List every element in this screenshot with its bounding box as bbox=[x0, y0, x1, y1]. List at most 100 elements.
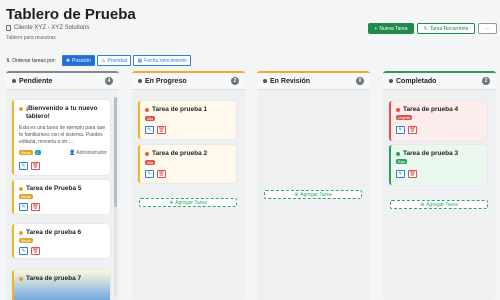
column-title: Pendiente bbox=[19, 77, 53, 85]
task-title-text: ¡Bienvenido a tu nuevo tablero! bbox=[26, 105, 98, 120]
scrollbar-thumb[interactable] bbox=[114, 97, 117, 207]
edit-icon[interactable]: ✎ bbox=[19, 203, 28, 211]
edit-icon[interactable]: ✎ bbox=[19, 247, 28, 255]
board-description: Tablero para muestras bbox=[6, 35, 56, 41]
add-task-label: Agregar Tarea bbox=[300, 191, 332, 198]
edit-icon[interactable]: ✎ bbox=[396, 126, 405, 134]
task-card[interactable]: Tarea de prueba 2 Alta ✎ 🗑 bbox=[138, 145, 236, 183]
trash-icon[interactable]: 🗑 bbox=[157, 126, 166, 134]
task-title: Tarea de prueba 7 bbox=[19, 275, 109, 283]
task-card-dragging[interactable]: Tarea de prueba 7 bbox=[12, 270, 110, 300]
trash-icon[interactable]: 🗑 bbox=[408, 126, 417, 134]
task-title: Tarea de prueba 2 bbox=[145, 150, 235, 158]
priority-tag: Media bbox=[19, 150, 33, 155]
task-card[interactable]: Tarea de prueba 4 Urgente ✎ 🗑 bbox=[389, 101, 487, 141]
sort-icon: ⇅ bbox=[6, 57, 11, 64]
task-card[interactable]: Tarea de prueba 6 Media ✎ 🗑 bbox=[12, 224, 110, 258]
sort-priority-label: Prioridad bbox=[107, 57, 128, 64]
comment-count-tag: 1 bbox=[34, 150, 41, 155]
column-en-progreso: En Progreso 2 Tarea de prueba 1 Alta ✎ 🗑… bbox=[132, 71, 245, 300]
column-scrollbar[interactable] bbox=[114, 97, 117, 297]
task-actions: ✎ 🗑 bbox=[19, 247, 40, 255]
trash-icon[interactable]: 🗑 bbox=[157, 170, 166, 178]
column-count-badge: 4 bbox=[105, 77, 113, 85]
column-header: En Progreso 2 bbox=[132, 73, 245, 90]
task-tags: Urgente bbox=[396, 115, 413, 120]
add-task-button[interactable]: ⊕ Agregar Tarea bbox=[264, 190, 362, 199]
add-task-button[interactable]: ⊕ Agregar Tarea bbox=[390, 200, 488, 209]
recurring-task-button[interactable]: ↻ Tarea Recurrente bbox=[417, 23, 475, 34]
user-icon: 👤 bbox=[69, 150, 76, 156]
task-card[interactable]: Tarea de Prueba 5 Media ✎ 🗑 bbox=[12, 180, 110, 214]
add-task-label: Agregar Tarea bbox=[175, 199, 207, 206]
priority-tag: Alta bbox=[145, 160, 156, 165]
refresh-icon: ↻ bbox=[423, 25, 428, 32]
task-title-text: Tarea de Prueba 5 bbox=[26, 185, 82, 192]
board-header: Tablero de Prueba Cliente XYZ - XYZ Solu… bbox=[0, 0, 500, 50]
priority-dot-icon bbox=[145, 152, 149, 156]
task-title-text: Tarea de prueba 4 bbox=[403, 106, 459, 113]
new-task-button[interactable]: + Nueva Tarea bbox=[368, 23, 414, 34]
priority-dot-icon bbox=[396, 108, 400, 112]
task-assignee: 👤 Administrador bbox=[69, 150, 107, 156]
edit-icon[interactable]: ✎ bbox=[19, 162, 28, 170]
more-options-label: ··· bbox=[485, 25, 490, 32]
column-count-badge: 0 bbox=[356, 77, 364, 85]
sort-due-date-button[interactable]: ▦ Fecha Vencimiento bbox=[133, 55, 191, 66]
edit-icon[interactable]: ✎ bbox=[145, 126, 154, 134]
plus-icon: + bbox=[374, 25, 378, 32]
task-actions: ✎ 🗑 bbox=[145, 170, 166, 178]
task-card-welcome[interactable]: ¡Bienvenido a tu nuevo tablero! Esta es … bbox=[12, 100, 110, 175]
task-title-text: Tarea de prueba 1 bbox=[152, 106, 208, 113]
task-card[interactable]: Tarea de prueba 1 Alta ✎ 🗑 bbox=[138, 101, 236, 139]
plus-circle-icon: ⊕ bbox=[294, 191, 299, 198]
new-task-label: Nueva Tarea bbox=[379, 25, 408, 32]
task-tags: Baja bbox=[396, 159, 408, 164]
column-dot-icon bbox=[12, 79, 16, 83]
task-actions: ✎ 🗑 bbox=[396, 126, 417, 134]
column-title: Completado bbox=[396, 77, 437, 85]
edit-icon[interactable]: ✎ bbox=[145, 170, 154, 178]
edit-icon[interactable]: ✎ bbox=[396, 170, 405, 178]
sort-priority-button[interactable]: ⚠ Prioridad bbox=[96, 55, 132, 66]
column-header: En Revisión 0 bbox=[257, 73, 370, 90]
task-actions: ✎ 🗑 bbox=[396, 170, 417, 178]
trash-icon[interactable]: 🗑 bbox=[31, 162, 40, 170]
building-icon bbox=[6, 25, 11, 31]
task-title: Tarea de prueba 4 bbox=[396, 106, 486, 114]
warning-icon: ⚠ bbox=[100, 57, 106, 64]
sort-position-button[interactable]: ✥ Posición bbox=[61, 55, 95, 66]
sort-label-text: Ordenar tareas por: bbox=[12, 57, 56, 64]
trash-icon[interactable]: 🗑 bbox=[31, 203, 40, 211]
task-tags: Media bbox=[19, 238, 33, 243]
priority-tag: Urgente bbox=[396, 115, 413, 120]
more-options-button[interactable]: ··· bbox=[478, 23, 497, 34]
priority-tag: Media bbox=[19, 194, 33, 199]
trash-icon[interactable]: 🗑 bbox=[31, 247, 40, 255]
priority-tag: Baja bbox=[396, 159, 408, 164]
priority-dot-icon bbox=[19, 277, 23, 281]
task-tags: Alta bbox=[145, 160, 156, 165]
column-title: En Progreso bbox=[145, 77, 187, 85]
task-card[interactable]: Tarea de prueba 3 Baja ✎ 🗑 bbox=[389, 145, 487, 185]
task-actions: ✎ 🗑 bbox=[145, 126, 166, 134]
add-task-button[interactable]: ⊕ Agregar Tarea bbox=[139, 198, 237, 207]
column-header: Completado 2 bbox=[383, 73, 496, 90]
sort-label: ⇅ Ordenar tareas por: bbox=[6, 58, 56, 64]
sort-position-label: Posición bbox=[72, 57, 91, 64]
plus-circle-icon: ⊕ bbox=[169, 199, 174, 206]
task-actions: ✎ 🗑 bbox=[19, 162, 40, 170]
column-dot-icon bbox=[389, 79, 393, 83]
column-en-revision: En Revisión 0 ⊕ Agregar Tarea bbox=[257, 71, 370, 300]
task-title: Tarea de prueba 6 bbox=[19, 229, 109, 237]
task-title: Tarea de Prueba 5 bbox=[19, 185, 109, 193]
column-header: Pendiente 4 bbox=[6, 73, 119, 90]
assignee-name: Administrador bbox=[76, 150, 108, 156]
sort-bar: ⇅ Ordenar tareas por: ✥ Posición ⚠ Prior… bbox=[6, 55, 191, 66]
plus-circle-icon: ⊕ bbox=[420, 201, 425, 208]
priority-dot-icon bbox=[19, 107, 23, 111]
board-title: Tablero de Prueba bbox=[6, 6, 136, 23]
trash-icon[interactable]: 🗑 bbox=[408, 170, 417, 178]
priority-dot-icon bbox=[145, 108, 149, 112]
column-pendiente: Pendiente 4 ¡Bienvenido a tu nuevo table… bbox=[6, 71, 119, 300]
